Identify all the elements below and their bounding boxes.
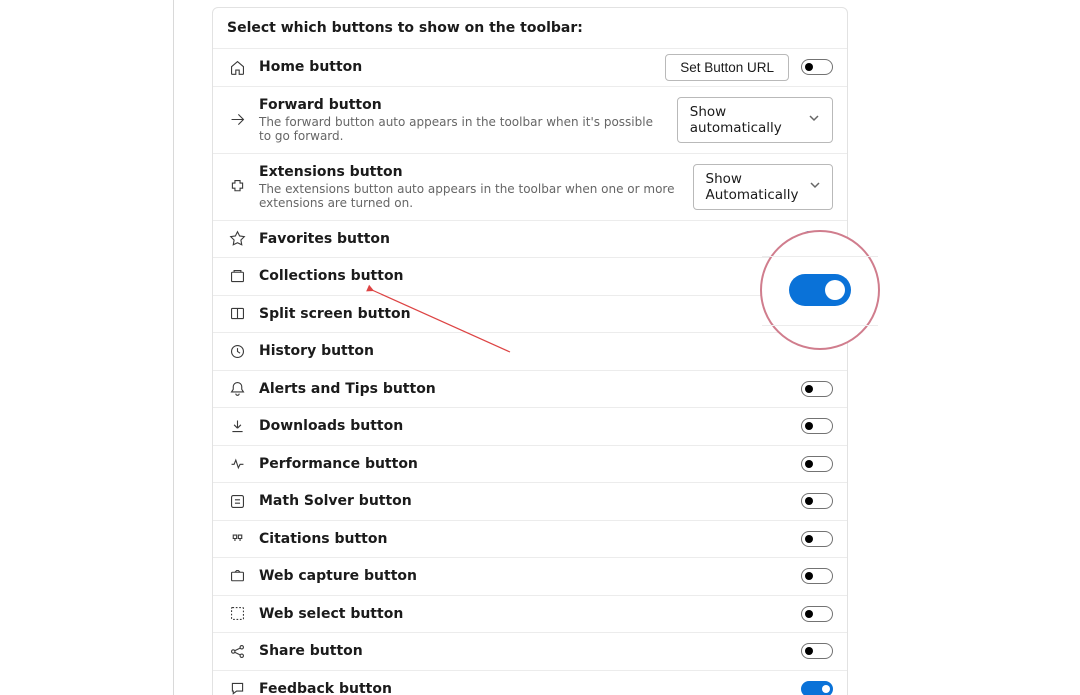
forward-label: Forward button [259,97,665,113]
row-math-solver: Math Solver button [213,482,847,520]
websel-label: Web select button [259,606,789,622]
chevron-down-icon [809,179,821,195]
collections-label: Collections button [259,268,833,284]
extensions-label: Extensions button [259,164,681,180]
row-collections: Collections button [213,257,847,295]
set-button-url[interactable]: Set Button URL [665,54,789,82]
chevron-down-icon [808,112,820,128]
row-split-screen: Split screen button [213,295,847,333]
extensions-desc: The extensions button auto appears in th… [259,182,681,210]
downloads-label: Downloads button [259,418,789,434]
home-icon [227,59,247,76]
split-screen-icon [227,305,247,322]
citations-icon [227,530,247,547]
web-select-icon [227,605,247,622]
row-favorites: Favorites button [213,220,847,258]
forward-dropdown[interactable]: Show automatically [677,97,833,143]
row-forward: Forward button The forward button auto a… [213,86,847,153]
toggle-math[interactable] [801,493,833,509]
row-alerts: Alerts and Tips button [213,370,847,408]
row-web-capture: Web capture button [213,557,847,595]
favorites-label: Favorites button [259,231,789,247]
forward-dropdown-value: Show automatically [690,104,798,136]
row-downloads: Downloads button [213,407,847,445]
feedback-label: Feedback button [259,681,789,695]
performance-icon [227,455,247,472]
history-label: History button [259,343,833,359]
share-icon [227,643,247,660]
math-label: Math Solver button [259,493,789,509]
toggle-perf[interactable] [801,456,833,472]
toggle-home[interactable] [801,59,833,75]
feedback-icon [227,680,247,695]
extensions-dropdown[interactable]: Show Automatically [693,164,833,210]
home-label: Home button [259,59,653,75]
collections-icon [227,268,247,285]
share-label: Share button [259,643,789,659]
row-citations: Citations button [213,520,847,558]
favorites-icon [227,230,247,247]
extensions-dropdown-value: Show Automatically [706,171,799,203]
extensions-icon [227,178,247,195]
toolbar-buttons-panel: Select which buttons to show on the tool… [212,7,848,695]
alerts-label: Alerts and Tips button [259,381,789,397]
toggle-share[interactable] [801,643,833,659]
citations-label: Citations button [259,531,789,547]
toggle-webcap[interactable] [801,568,833,584]
row-performance: Performance button [213,445,847,483]
toggle-favorites[interactable] [801,231,833,247]
row-home: Home button Set Button URL [213,48,847,86]
row-share: Share button [213,632,847,670]
perf-label: Performance button [259,456,789,472]
forward-icon [227,111,247,128]
row-feedback: Feedback button [213,670,847,695]
row-extensions: Extensions button The extensions button … [213,153,847,220]
toggle-feedback[interactable] [801,681,833,695]
left-divider [173,0,174,695]
row-history: History button [213,332,847,370]
math-icon [227,493,247,510]
toggle-alerts[interactable] [801,381,833,397]
webcap-label: Web capture button [259,568,789,584]
forward-desc: The forward button auto appears in the t… [259,115,665,143]
split-label: Split screen button [259,306,789,322]
downloads-icon [227,418,247,435]
web-capture-icon [227,568,247,585]
toggle-downloads[interactable] [801,418,833,434]
alerts-icon [227,380,247,397]
history-icon [227,343,247,360]
row-web-select: Web select button [213,595,847,633]
toggle-citations[interactable] [801,531,833,547]
toggle-websel[interactable] [801,606,833,622]
panel-header: Select which buttons to show on the tool… [213,8,847,48]
